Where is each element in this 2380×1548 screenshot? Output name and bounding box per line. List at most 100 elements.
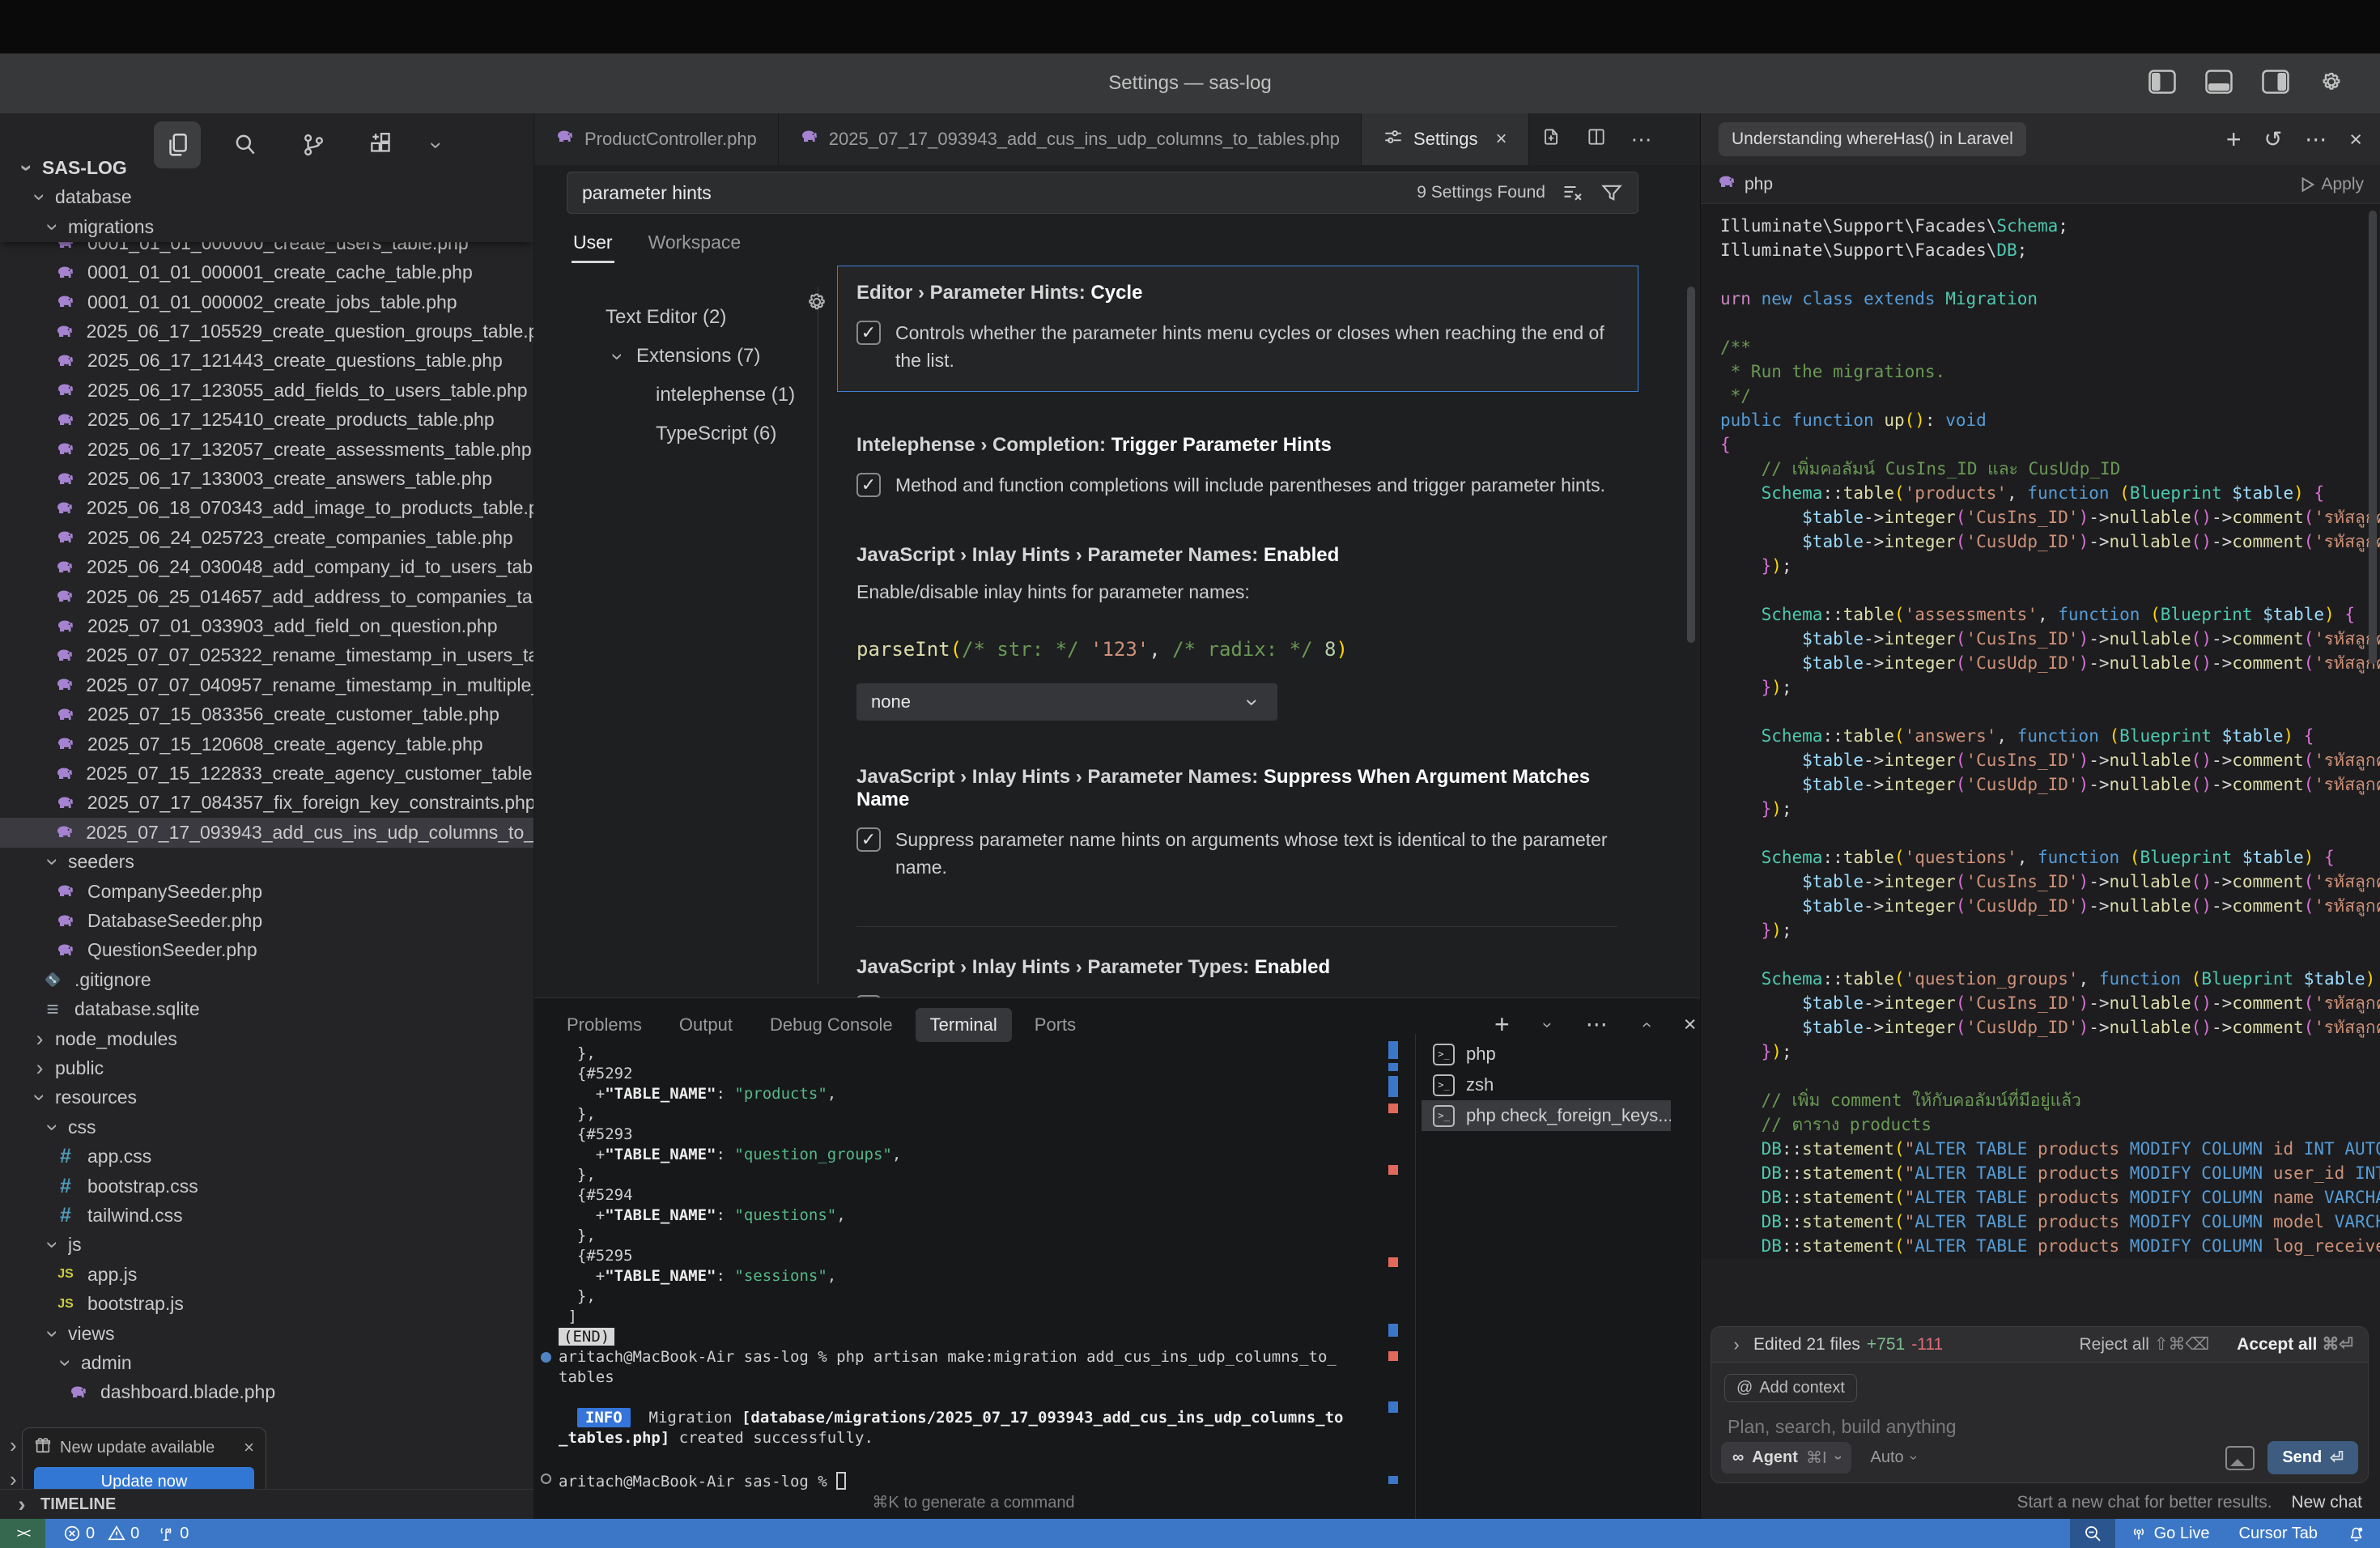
explorer-icon[interactable] bbox=[154, 121, 201, 168]
notifications-bell-icon[interactable] bbox=[2332, 1519, 2380, 1548]
tree-folder-item[interactable]: ›node_modules bbox=[0, 1024, 533, 1054]
editor-tab[interactable]: 2025_07_17_093943_add_cus_ins_udp_column… bbox=[779, 113, 1362, 165]
scope-tab-user[interactable]: User bbox=[573, 232, 613, 263]
tree-file-item[interactable]: 2025_07_15_122833_create_agency_customer… bbox=[0, 759, 533, 789]
tree-file-item[interactable]: CompanySeeder.php bbox=[0, 877, 533, 907]
tree-folder-item[interactable]: ›js bbox=[0, 1230, 533, 1260]
edited-files-bar[interactable]: › Edited 21 files +751 -111 Reject all⇧⌘… bbox=[1711, 1327, 2368, 1363]
tree-file-item[interactable]: #bootstrap.css bbox=[0, 1172, 533, 1201]
search-icon[interactable] bbox=[222, 121, 269, 168]
settings-toc-item[interactable]: Text Editor (2) bbox=[606, 298, 808, 337]
collapsed-section-chevron-icon[interactable]: › bbox=[10, 1433, 17, 1458]
remote-indicator[interactable]: >< bbox=[0, 1519, 45, 1548]
tree-file-item[interactable]: DatabaseSeeder.php bbox=[0, 906, 533, 936]
more-actions-icon[interactable]: ⋯ bbox=[1631, 127, 1652, 152]
tree-file-item[interactable]: 2025_07_07_040957_rename_timestamp_in_mu… bbox=[0, 670, 533, 700]
ports-status[interactable]: 0 bbox=[157, 1525, 189, 1543]
panel-tab-output[interactable]: Output bbox=[679, 1008, 733, 1042]
apply-button[interactable]: Apply bbox=[2301, 175, 2364, 194]
setting-checkbox[interactable] bbox=[856, 995, 881, 997]
panel-tab-terminal[interactable]: Terminal bbox=[916, 1008, 1012, 1042]
tree-file-item[interactable]: JSbootstrap.js bbox=[0, 1289, 533, 1319]
setting-checkbox[interactable]: ✓ bbox=[856, 473, 881, 497]
terminal-list-item[interactable]: >_php bbox=[1422, 1039, 1671, 1070]
scope-tab-workspace[interactable]: Workspace bbox=[648, 232, 742, 263]
editor-tab[interactable]: Settings× bbox=[1362, 113, 1529, 165]
chat-more-icon[interactable]: ⋯ bbox=[2305, 127, 2327, 152]
cursor-tab-status[interactable]: Cursor Tab bbox=[2225, 1519, 2332, 1548]
new-chat-link[interactable]: New chat bbox=[2291, 1493, 2362, 1512]
tree-file-item[interactable]: 2025_07_17_093943_add_cus_ins_udp_column… bbox=[0, 818, 533, 848]
tree-file-item[interactable]: 2025_06_17_105529_create_question_groups… bbox=[0, 317, 533, 347]
chat-history-icon[interactable]: ↺ bbox=[2264, 127, 2283, 152]
terminal-list-item[interactable]: >_zsh bbox=[1422, 1070, 1671, 1100]
terminal-list-item[interactable]: >_php check_foreign_keys... bbox=[1422, 1100, 1671, 1131]
split-editor-icon[interactable] bbox=[1586, 126, 1607, 153]
tree-file-item[interactable]: 2025_06_24_030048_add_company_id_to_user… bbox=[0, 552, 533, 582]
close-chat-icon[interactable]: × bbox=[2349, 127, 2362, 152]
tree-folder-item[interactable]: ›resources bbox=[0, 1082, 533, 1112]
toggle-right-sidebar-icon[interactable] bbox=[2262, 70, 2289, 98]
tree-file-item[interactable]: .gitignore bbox=[0, 965, 533, 995]
timeline-section-header[interactable]: › TIMELINE bbox=[0, 1489, 533, 1519]
tree-folder-item[interactable]: ›migrations bbox=[0, 212, 533, 242]
new-terminal-icon[interactable]: + bbox=[1494, 1010, 1510, 1040]
settings-toc-item[interactable]: intelephense (1) bbox=[606, 376, 808, 415]
tree-folder-item[interactable]: ›database bbox=[0, 182, 533, 212]
terminal-profile-chevron-icon[interactable]: › bbox=[1539, 1014, 1557, 1036]
attach-image-icon[interactable] bbox=[2225, 1446, 2255, 1470]
settings-scrollbar[interactable] bbox=[1687, 287, 1695, 643]
open-changes-icon[interactable] bbox=[1541, 126, 1562, 153]
tree-file-item[interactable]: 2025_07_15_120608_create_agency_table.ph… bbox=[0, 729, 533, 759]
model-selector[interactable]: Auto ‹ bbox=[1871, 1448, 1915, 1467]
accept-all-button[interactable]: Accept all⌘⏎ bbox=[2237, 1334, 2353, 1354]
tree-file-item[interactable]: 0001_01_01_000001_create_cache_table.php bbox=[0, 257, 533, 287]
tree-file-item[interactable]: #app.css bbox=[0, 1142, 533, 1172]
panel-tab-problems[interactable]: Problems bbox=[567, 1008, 642, 1042]
chevron-down-icon[interactable]: › bbox=[426, 134, 448, 155]
tree-file-item[interactable]: 0001_01_01_000002_create_jobs_table.php bbox=[0, 287, 533, 317]
filter-settings-icon[interactable] bbox=[1600, 181, 1623, 204]
tree-file-item[interactable]: 2025_06_17_132057_create_assessments_tab… bbox=[0, 435, 533, 465]
tree-folder-item[interactable]: ›css bbox=[0, 1112, 533, 1142]
tree-folder-item[interactable]: ›views bbox=[0, 1319, 533, 1349]
settings-search-input[interactable]: parameter hints 9 Settings Found bbox=[567, 172, 1638, 214]
tree-file-item[interactable]: 2025_07_15_083356_create_customer_table.… bbox=[0, 700, 533, 729]
close-icon[interactable]: × bbox=[1496, 128, 1507, 151]
tree-file-item[interactable]: 2025_06_18_070343_add_image_to_products_… bbox=[0, 493, 533, 523]
setting-checkbox[interactable]: ✓ bbox=[856, 827, 881, 852]
tree-file-item[interactable]: 2025_06_17_133003_create_answers_table.p… bbox=[0, 464, 533, 494]
new-chat-icon[interactable]: + bbox=[2226, 125, 2242, 155]
close-icon[interactable]: × bbox=[244, 1437, 254, 1458]
more-actions-icon[interactable]: ⋯ bbox=[1586, 1012, 1608, 1037]
terminal-output[interactable]: }, {#5292 +"TABLE_NAME": "products", }, … bbox=[559, 1044, 1388, 1489]
tree-file-item[interactable]: 2025_07_01_033903_add_field_on_question.… bbox=[0, 611, 533, 641]
tree-file-item[interactable]: 2025_06_25_014657_add_address_to_compani… bbox=[0, 582, 533, 612]
tree-file-item[interactable]: 2025_07_17_084357_fix_foreign_key_constr… bbox=[0, 788, 533, 818]
tree-file-item[interactable]: 2025_06_24_025723_create_companies_table… bbox=[0, 523, 533, 553]
tree-file-item[interactable]: 2025_06_17_125410_create_products_table.… bbox=[0, 405, 533, 435]
tree-file-item[interactable]: 2025_07_07_025322_rename_timestamp_in_us… bbox=[0, 640, 533, 670]
go-live-button[interactable]: Go Live bbox=[2115, 1519, 2225, 1548]
problems-status[interactable]: 0 0 bbox=[63, 1525, 139, 1543]
maximize-panel-icon[interactable]: › bbox=[1637, 1014, 1655, 1036]
setting-select[interactable]: none› bbox=[856, 683, 1277, 721]
extensions-icon[interactable] bbox=[358, 121, 405, 168]
chat-input[interactable]: Plan, search, build anything bbox=[1728, 1416, 1957, 1438]
tree-folder-item[interactable]: ›seeders bbox=[0, 847, 533, 877]
send-button[interactable]: Send ⏎ bbox=[2267, 1441, 2358, 1474]
tree-folder-item[interactable]: ›public bbox=[0, 1053, 533, 1083]
tree-file-item[interactable]: 2025_06_17_123055_add_fields_to_users_ta… bbox=[0, 376, 533, 406]
panel-tab-ports[interactable]: Ports bbox=[1035, 1008, 1076, 1042]
source-control-icon[interactable] bbox=[290, 121, 337, 168]
add-context-chip[interactable]: @ Add context bbox=[1724, 1374, 1857, 1402]
settings-gear-icon[interactable] bbox=[2318, 69, 2344, 99]
panel-tab-debug-console[interactable]: Debug Console bbox=[770, 1008, 893, 1042]
tree-folder-item[interactable]: ›admin bbox=[0, 1348, 533, 1378]
settings-toc-item[interactable]: ›Extensions (7) bbox=[606, 337, 808, 376]
setting-checkbox[interactable]: ✓ bbox=[856, 321, 881, 345]
zoom-indicator[interactable] bbox=[2070, 1519, 2115, 1548]
tree-file-item[interactable]: ≡database.sqlite bbox=[0, 994, 533, 1024]
editor-tab[interactable]: ProductController.php bbox=[534, 113, 779, 165]
tree-file-item[interactable]: QuestionSeeder.php bbox=[0, 935, 533, 965]
